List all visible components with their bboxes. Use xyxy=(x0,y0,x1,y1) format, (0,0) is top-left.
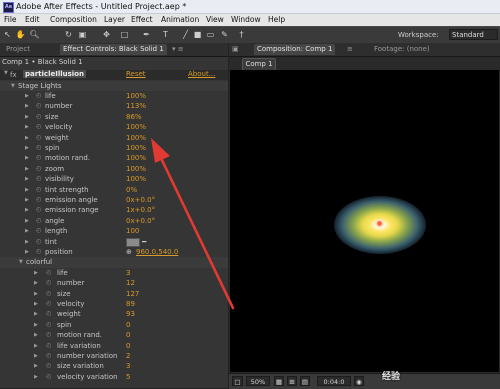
annotation-arrow xyxy=(151,138,235,310)
